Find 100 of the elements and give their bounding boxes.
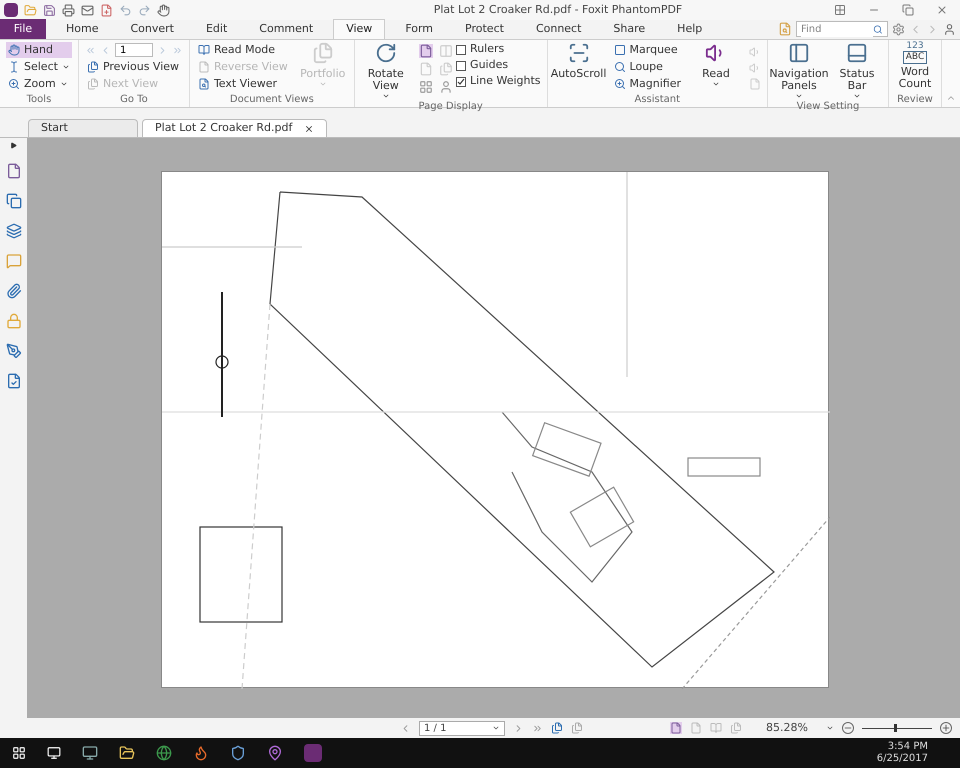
document-tab[interactable]: Start [28, 119, 138, 137]
ribbon-button[interactable]: Status Bar [832, 42, 882, 100]
ribbon-button[interactable]: Rotate View [360, 42, 411, 100]
checkbox[interactable] [456, 60, 466, 70]
signature-icon[interactable] [6, 343, 22, 359]
restore-icon[interactable] [902, 4, 914, 16]
checkbox-option[interactable]: Guides [456, 58, 541, 73]
single-page-icon[interactable] [670, 722, 682, 734]
ribbon-button[interactable]: Hand [6, 42, 72, 58]
zoom-in-icon[interactable] [940, 722, 952, 734]
ribbon-button[interactable]: Previous View [84, 59, 183, 75]
find-field[interactable]: Find [796, 21, 888, 37]
pages-icon[interactable] [6, 193, 22, 209]
app-logo-icon[interactable] [304, 744, 322, 762]
app-logo-icon [4, 3, 18, 17]
ribbon-button[interactable]: Select [6, 59, 72, 75]
book-icon [198, 44, 210, 56]
group-label: Assistant [633, 93, 682, 107]
caret-icon[interactable] [826, 724, 834, 732]
last-page-icon[interactable] [532, 722, 543, 734]
checkbox-option[interactable]: Line Weights [456, 74, 541, 89]
document-tab[interactable]: Plat Lot 2 Croaker Rd.pdf [142, 119, 328, 137]
checkbox-option[interactable]: Rulers [456, 42, 541, 57]
slider-thumb[interactable] [894, 724, 896, 732]
menu-tab[interactable]: Comment [247, 19, 326, 39]
redo-icon[interactable] [138, 4, 151, 16]
ribbon-button[interactable]: Marquee [612, 42, 683, 58]
user-icon[interactable] [943, 22, 956, 36]
ribbon-button[interactable]: Read [691, 42, 741, 88]
ribbon-button[interactable]: Zoom [6, 76, 72, 92]
group-label: Tools [26, 93, 52, 107]
menu-tab[interactable]: Share [601, 19, 658, 39]
checkbox[interactable] [456, 76, 466, 86]
checkmark-icon [457, 78, 466, 86]
close-icon[interactable] [936, 4, 948, 16]
ribbon-button[interactable]: Magnifier [612, 76, 683, 92]
save-icon[interactable] [43, 4, 56, 16]
hand-icon [8, 44, 20, 56]
menu-tab[interactable]: View [333, 19, 386, 39]
panel-icon [846, 42, 868, 64]
text-cursor-icon [8, 61, 20, 73]
zoom-in-icon [614, 78, 626, 90]
layers-icon[interactable] [6, 223, 22, 239]
group-label: Go To [119, 93, 149, 107]
task-view-icon[interactable] [47, 746, 61, 760]
zoom-out-icon[interactable] [842, 722, 854, 734]
caret-icon [492, 724, 500, 732]
map-pin-icon[interactable] [267, 745, 283, 761]
menu-tab[interactable]: Connect [524, 19, 594, 39]
menu-tab[interactable]: File [0, 19, 46, 39]
mail-icon[interactable] [81, 4, 94, 16]
new-file-icon[interactable] [100, 4, 113, 16]
zoom-slider[interactable] [862, 723, 932, 733]
grid-icon[interactable] [834, 4, 846, 16]
panel-icon [788, 42, 810, 64]
pages-icon[interactable] [551, 722, 563, 734]
menu-tab[interactable]: Convert [118, 19, 186, 39]
menu-tab[interactable]: Home [54, 19, 110, 39]
pages-icon [86, 78, 99, 90]
group-label: Document Views [228, 93, 315, 107]
window-title: Plat Lot 2 Croaker Rd.pdf - Foxit PhantomPDF [434, 2, 682, 18]
undo-icon[interactable] [119, 4, 132, 16]
group-label: Page Display [418, 100, 484, 114]
close-tab-icon[interactable] [304, 124, 314, 134]
menu-tab[interactable]: Protect [453, 19, 516, 39]
ribbon-button[interactable]: Read Mode [196, 42, 290, 58]
scroll-icon [568, 42, 590, 64]
ribbon-button[interactable]: Loupe [612, 59, 683, 75]
menu-tab[interactable]: Form [393, 19, 446, 39]
group-label: View Setting [796, 100, 860, 114]
square-icon [614, 44, 626, 56]
menu-tab[interactable]: Help [665, 19, 714, 39]
ribbon-button[interactable]: Text Viewer [196, 76, 290, 92]
document-search-icon [198, 78, 210, 90]
checkbox[interactable] [456, 44, 466, 54]
app-icon[interactable] [82, 745, 98, 761]
paperclip-icon[interactable] [6, 283, 22, 299]
clock-time: 3:54 PM [888, 741, 928, 753]
menu-tab[interactable]: Edit [194, 19, 240, 39]
search-icon [873, 24, 883, 34]
ribbon-button[interactable]: AutoScroll [554, 42, 604, 80]
windows-start-icon[interactable] [12, 746, 26, 760]
page-icon [198, 61, 210, 73]
settings-icon[interactable] [892, 22, 905, 36]
word-count-button[interactable]: 123 ABC Word Count [895, 42, 935, 90]
clock-date: 6/25/2017 [876, 753, 928, 765]
page-number-field[interactable]: 1 [114, 43, 153, 57]
expand-panel-icon[interactable] [10, 142, 17, 149]
rotate-icon [374, 42, 397, 64]
page-icon[interactable] [6, 163, 22, 179]
page-number-field[interactable]: 1 / 1 [419, 720, 505, 736]
document-check-icon[interactable] [6, 373, 22, 389]
print-icon[interactable] [62, 4, 75, 16]
single-page-icon[interactable] [418, 44, 433, 58]
grid-icon[interactable] [418, 80, 433, 94]
pages-icon [86, 61, 99, 73]
folder-icon[interactable] [119, 745, 135, 761]
zoom-in-icon [8, 78, 20, 90]
hand-icon[interactable] [157, 4, 170, 16]
magnifier-icon [614, 61, 626, 73]
